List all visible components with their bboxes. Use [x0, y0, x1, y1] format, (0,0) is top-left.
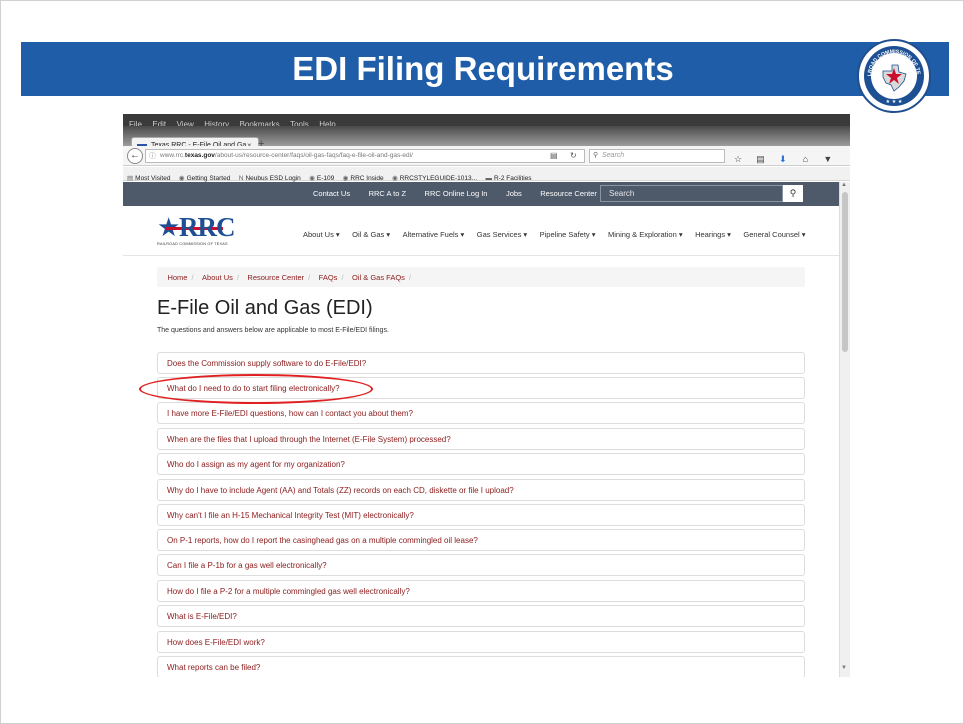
slide: EDI Filing Requirements RAILROAD COMMISS…	[0, 0, 964, 724]
faq-item[interactable]: What reports can be filed?	[157, 656, 805, 677]
faq-question[interactable]: I have more E-File/EDI questions, how ca…	[167, 409, 413, 418]
nav-about-us[interactable]: About Us ▾	[303, 230, 340, 239]
breadcrumb-faqs[interactable]: FAQs	[319, 268, 338, 288]
nav-gas-services[interactable]: Gas Services ▾	[477, 230, 527, 239]
faq-question[interactable]: Why can't I file an H-15 Mechanical Inte…	[167, 511, 414, 520]
faq-item[interactable]: Can I file a P-1b for a gas well electro…	[157, 554, 805, 576]
breadcrumb: Home / About Us / Resource Center / FAQs / O…	[157, 267, 805, 287]
faq-item[interactable]: I have more E-File/EDI questions, how ca…	[157, 402, 805, 424]
breadcrumb-separator: /	[191, 273, 194, 282]
breadcrumb-home[interactable]: Home	[167, 268, 187, 288]
breadcrumb-separator: /	[341, 273, 344, 282]
scroll-up-icon[interactable]: ▲	[841, 182, 847, 188]
browser-search-placeholder: Search	[602, 152, 625, 159]
download-arrow-icon[interactable]: ⬇	[774, 154, 792, 165]
utility-links: Contact Us RRC A to Z RRC Online Log In …	[313, 182, 611, 206]
bookmarks-bar: ▤ Most Visited ◉ Getting Started N Neubus E…	[123, 167, 850, 182]
faq-item[interactable]: How does E-File/EDI work?	[157, 631, 805, 653]
site-search-input[interactable]: Search	[600, 185, 783, 202]
faq-question[interactable]: How does E-File/EDI work?	[167, 638, 265, 647]
site-search-placeholder: Search	[609, 189, 635, 198]
faq-question[interactable]: Does the Commission supply software to d…	[167, 359, 366, 368]
faq-question[interactable]: How do I file a P-2 for a multiple commi…	[167, 587, 410, 596]
nav-pipeline-safety[interactable]: Pipeline Safety ▾	[540, 230, 596, 239]
scrollbar-thumb[interactable]	[842, 192, 848, 352]
breadcrumb-oil-gas-faqs[interactable]: Oil & Gas FAQs	[352, 268, 405, 288]
faq-question[interactable]: When are the files that I upload through…	[167, 435, 451, 444]
faq-item[interactable]: On P-1 reports, how do I report the casi…	[157, 529, 805, 551]
nav-hearings[interactable]: Hearings ▾	[695, 230, 731, 239]
red-highlight-circle	[139, 374, 373, 404]
faq-item[interactable]: Does the Commission supply software to d…	[157, 352, 805, 374]
link-rrc-online-log-in[interactable]: RRC Online Log In	[425, 182, 488, 206]
magnifier-icon: ⚲	[789, 188, 797, 198]
page-scrollbar[interactable]: ▲ ▼	[839, 182, 850, 677]
faq-question[interactable]: What reports can be filed?	[167, 663, 260, 672]
breadcrumb-separator: /	[236, 273, 239, 282]
main-navigation: About Us ▾ Oil & Gas ▾ Alternative Fuels…	[303, 224, 814, 242]
site-search-button[interactable]: ⚲	[783, 185, 803, 202]
nav-oil-gas[interactable]: Oil & Gas ▾	[352, 230, 390, 239]
breadcrumb-resource-center[interactable]: Resource Center	[247, 268, 304, 288]
link-contact-us[interactable]: Contact Us	[313, 182, 350, 206]
home-icon[interactable]: ⌂	[796, 154, 814, 164]
page-intro: The questions and answers below are appl…	[157, 327, 389, 334]
faq-question[interactable]: Can I file a P-1b for a gas well electro…	[167, 561, 327, 570]
faq-item[interactable]: Why can't I file an H-15 Mechanical Inte…	[157, 504, 805, 526]
pocket-icon[interactable]: ▼	[819, 154, 837, 164]
svg-text:★ ★ ★: ★ ★ ★	[886, 99, 903, 105]
link-jobs[interactable]: Jobs	[506, 182, 522, 206]
link-rrc-a-to-z[interactable]: RRC A to Z	[369, 182, 407, 206]
site-utility-bar: Contact Us RRC A to Z RRC Online Log In …	[123, 182, 839, 206]
url-text: www.rrc.texas.gov/about-us/resource-cent…	[160, 152, 413, 159]
reader-view-icon[interactable]: ▤	[550, 151, 558, 160]
browser-navbar: ← ⓘ www.rrc.texas.gov/about-us/resource-…	[123, 146, 850, 182]
browser-screenshot: File Edit View History Bookmarks Tools H…	[123, 114, 850, 677]
back-arrow-icon[interactable]: ←	[127, 148, 143, 164]
logo-mark: RRC	[179, 212, 235, 242]
url-bar[interactable]: ⓘ www.rrc.texas.gov/about-us/resource-ce…	[145, 149, 585, 163]
faq-item[interactable]: What is E-File/EDI?	[157, 605, 805, 627]
link-resource-center[interactable]: Resource Center	[540, 182, 597, 206]
search-icon: ⚲	[593, 152, 599, 159]
browser-search-bar[interactable]: ⚲ Search	[589, 149, 725, 163]
breadcrumb-separator: /	[408, 273, 412, 282]
faq-item[interactable]: How do I file a P-2 for a multiple commi…	[157, 580, 805, 602]
bookmark-star-icon[interactable]: ☆	[729, 154, 747, 165]
breadcrumb-separator: /	[308, 273, 311, 282]
reading-list-icon[interactable]: ▤	[751, 154, 769, 165]
site-header: ★ RRC RAILROAD COMMISSION OF TEXAS About…	[123, 206, 839, 256]
faq-question[interactable]: What is E-File/EDI?	[167, 612, 237, 621]
reload-icon[interactable]: ↻	[570, 151, 577, 160]
browser-menubar: File Edit View History Bookmarks Tools H…	[123, 114, 850, 129]
breadcrumb-about-us[interactable]: About Us	[202, 268, 233, 288]
rrc-seal-logo: RAILROAD COMMISSION OF TEXAS ★ ★ ★	[857, 39, 931, 113]
faq-item[interactable]: When are the files that I upload through…	[157, 428, 805, 450]
faq-item[interactable]: Who do I assign as my agent for my organ…	[157, 453, 805, 475]
faq-question[interactable]: Who do I assign as my agent for my organ…	[167, 460, 345, 469]
nav-general-counsel[interactable]: General Counsel ▾	[743, 230, 805, 239]
logo-subtitle: RAILROAD COMMISSION OF TEXAS	[157, 242, 228, 246]
faq-question[interactable]: On P-1 reports, how do I report the casi…	[167, 536, 478, 545]
info-icon[interactable]: ⓘ	[149, 151, 156, 161]
nav-mining-exploration[interactable]: Mining & Exploration ▾	[608, 230, 683, 239]
faq-question[interactable]: Why do I have to include Agent (AA) and …	[167, 486, 514, 495]
nav-alternative-fuels[interactable]: Alternative Fuels ▾	[403, 230, 465, 239]
page-title: E-File Oil and Gas (EDI)	[157, 297, 373, 319]
faq-item[interactable]: Why do I have to include Agent (AA) and …	[157, 479, 805, 501]
seal-emblem: RAILROAD COMMISSION OF TEXAS ★ ★ ★	[859, 41, 921, 105]
rrc-logo[interactable]: ★ RRC RAILROAD COMMISSION OF TEXAS	[157, 214, 235, 248]
slide-title: EDI Filing Requirements	[292, 50, 674, 87]
scroll-down-icon[interactable]: ▼	[841, 665, 847, 671]
